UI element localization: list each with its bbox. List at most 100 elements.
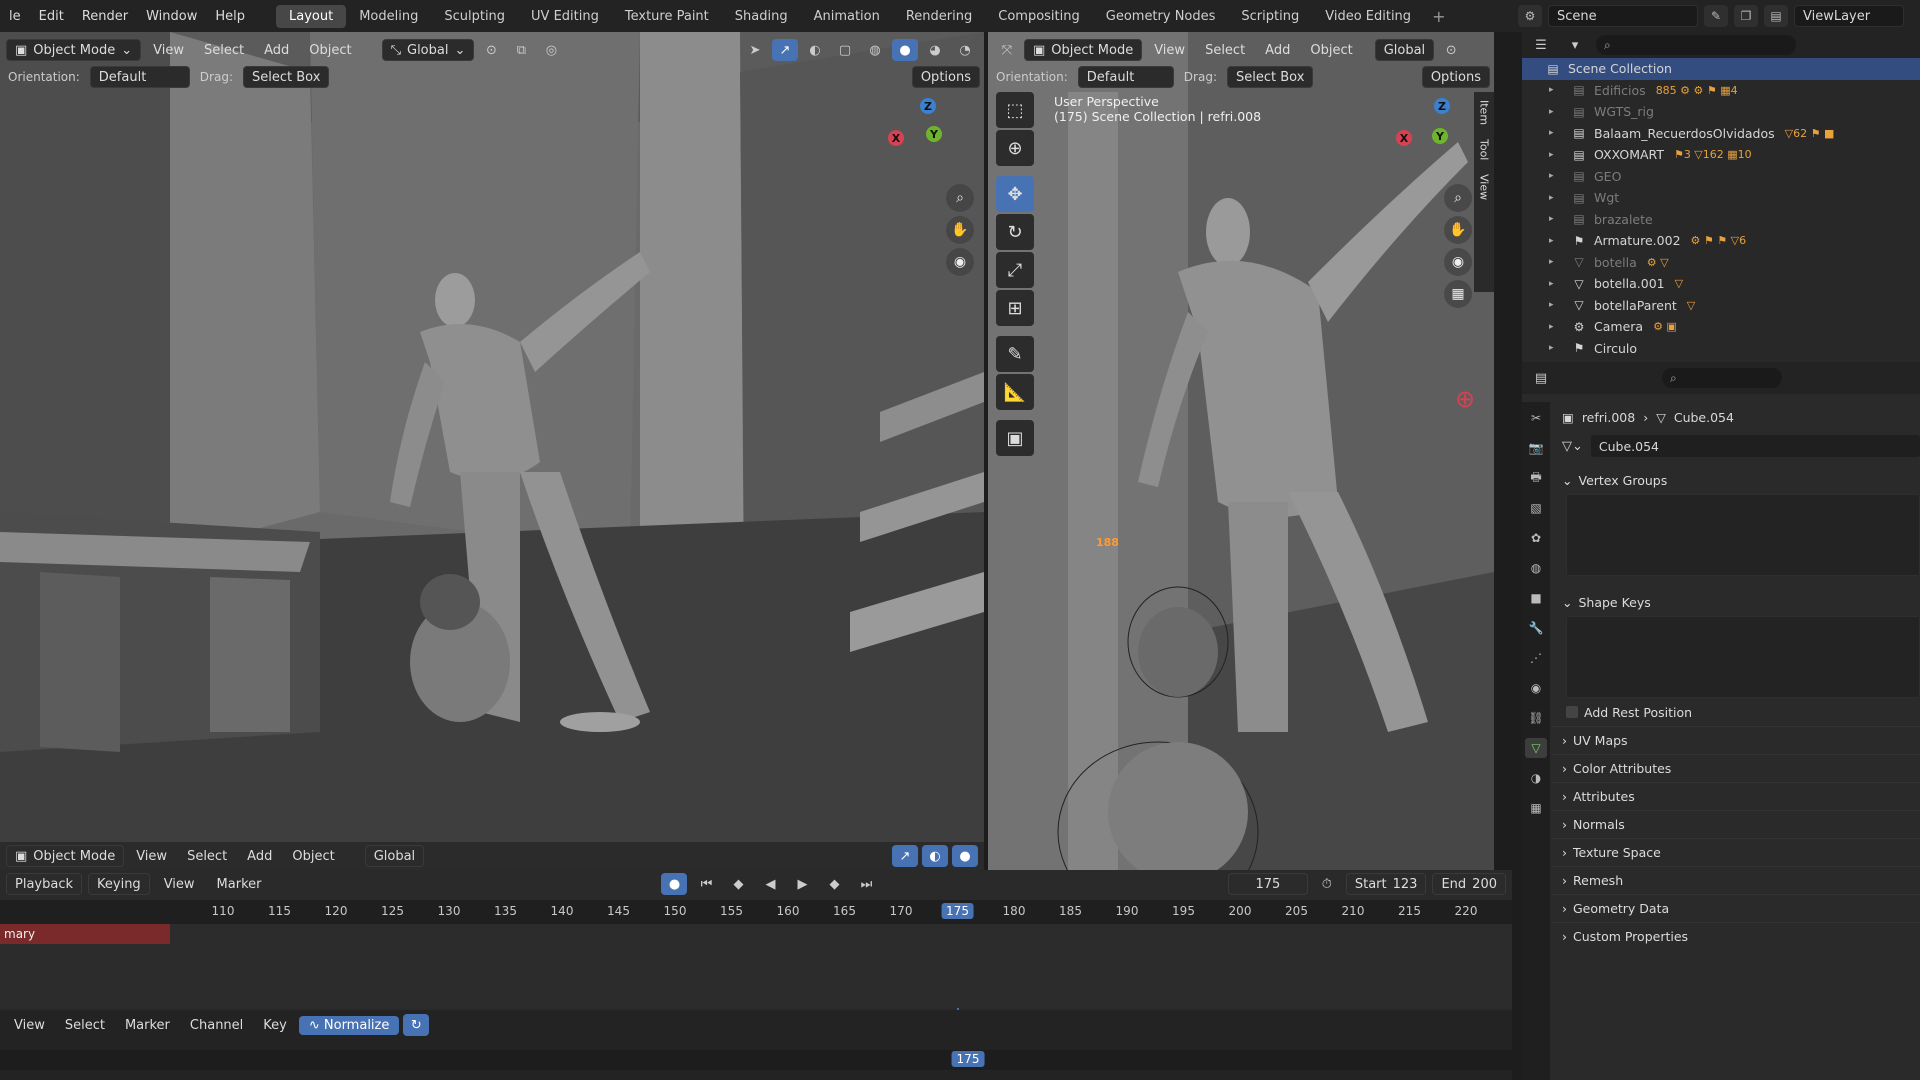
outliner-row[interactable]: ▸ ▤ OXXOMART ⚑3 ▽162 ▦10	[1522, 144, 1920, 166]
play-reverse-icon[interactable]: ◀	[757, 873, 783, 895]
expand-arrow-icon[interactable]: ▸	[1549, 300, 1554, 310]
move-icon[interactable]: ✥	[996, 176, 1034, 212]
graph-select-menu[interactable]: Select	[57, 1018, 113, 1033]
mode-dropdown-left[interactable]: ▣ Object Mode ⌄	[6, 39, 142, 61]
scene-tab-icon[interactable]: ✿	[1525, 528, 1547, 548]
options-dropdown-left[interactable]: Options	[911, 66, 980, 88]
camera-view-icon[interactable]: ◉	[946, 248, 974, 276]
orientation-dropdown-right[interactable]: Default	[1077, 66, 1174, 88]
menu-select-left[interactable]: Select	[196, 43, 252, 58]
outliner-row[interactable]: ▤ Scene Collection	[1522, 58, 1920, 80]
outliner-row[interactable]: ▸ ⚑ Circulo	[1522, 338, 1920, 360]
sidebar-tab-tool[interactable]: Tool	[1478, 139, 1491, 160]
outliner-editor-icon[interactable]: ☰	[1528, 34, 1554, 56]
summary-channel[interactable]: mary	[0, 924, 170, 944]
zoom-right-icon[interactable]: ⌕	[1444, 184, 1472, 212]
add-rest-position-checkbox[interactable]	[1566, 706, 1578, 718]
graph-marker-menu[interactable]: Marker	[117, 1018, 178, 1033]
rotate-icon[interactable]: ↻	[996, 214, 1034, 250]
options-dropdown-right[interactable]: Options	[1421, 66, 1490, 88]
overlay-icon[interactable]: ◐	[802, 39, 828, 61]
output-tab-icon[interactable]: 🖶	[1525, 468, 1547, 488]
tab-geometry-nodes[interactable]: Geometry Nodes	[1093, 5, 1229, 28]
pan-hand-icon[interactable]: ✋	[946, 216, 974, 244]
drag-dropdown-right[interactable]: Select Box	[1226, 66, 1314, 88]
menu-file[interactable]: le	[0, 9, 30, 24]
tab-layout[interactable]: Layout	[276, 4, 347, 28]
sidebar-tab-item[interactable]: Item	[1478, 100, 1491, 125]
frame-ruler[interactable]: 110 115 120 125 130 135 140 145 150 155 160 165 170 1…	[0, 900, 1512, 1018]
menu-object-left[interactable]: Object	[301, 43, 359, 58]
tab-shading[interactable]: Shading	[722, 5, 801, 28]
measure-icon[interactable]: 📐	[996, 374, 1034, 410]
collapsed-panel-header[interactable]: › Color Attributes	[1552, 754, 1920, 782]
overlay-bottom-icon[interactable]: ◐	[922, 845, 948, 867]
cursor-icon[interactable]: ⊕	[996, 130, 1034, 166]
menu-select-right[interactable]: Select	[1197, 43, 1253, 58]
world-tab-icon[interactable]: ◍	[1525, 558, 1547, 578]
tab-sculpting[interactable]: Sculpting	[431, 5, 518, 28]
graph-ruler[interactable]: 175	[0, 1050, 1512, 1070]
outliner-row[interactable]: ▸ ▽ botella.001 ▽	[1522, 273, 1920, 295]
mesh-data-tab-icon[interactable]: ▽	[1525, 738, 1547, 758]
particles-tab-icon[interactable]: ⋰	[1525, 648, 1547, 668]
tab-modeling[interactable]: Modeling	[346, 5, 431, 28]
outliner-row[interactable]: ▸ ▤ WGTS_rig	[1522, 101, 1920, 123]
menu-add-right[interactable]: Add	[1257, 43, 1298, 58]
transform-orientation-right[interactable]: Global	[1374, 39, 1435, 61]
mode-dropdown-right[interactable]: ▣ Object Mode	[1024, 39, 1143, 61]
collapsed-panel-header[interactable]: › Normals	[1552, 810, 1920, 838]
expand-arrow-icon[interactable]: ▸	[1549, 107, 1554, 117]
gizmo-x-axis-right[interactable]: X	[1396, 130, 1412, 146]
vertex-groups-panel-header[interactable]: ⌄ Vertex Groups	[1552, 466, 1920, 494]
keying-menu[interactable]: Keying	[88, 873, 150, 895]
shading-rendered-icon[interactable]: ◔	[952, 39, 978, 61]
menu-view-left[interactable]: View	[145, 43, 192, 58]
collapsed-panel-header[interactable]: › UV Maps	[1552, 726, 1920, 754]
record-icon[interactable]: ●	[661, 873, 688, 895]
mesh-name-field[interactable]: Cube.054	[1590, 435, 1920, 457]
expand-arrow-icon[interactable]: ▸	[1549, 85, 1554, 95]
expand-arrow-icon[interactable]: ▸	[1549, 214, 1554, 224]
outliner-row[interactable]: ▸ ▤ Edificios 885 ⚙ ⚙ ⚑ ▦4	[1522, 80, 1920, 102]
pin-icon[interactable]: ✎	[1704, 5, 1728, 27]
tab-rendering[interactable]: Rendering	[893, 5, 985, 28]
menu-edit[interactable]: Edit	[30, 9, 73, 24]
view-layer-tab-icon[interactable]: ▧	[1525, 498, 1547, 518]
normalize-button[interactable]: ∿ Normalize	[298, 1015, 400, 1035]
clock-icon[interactable]: ⏱	[1314, 873, 1340, 895]
outliner-row[interactable]: ▸ ▤ GEO	[1522, 166, 1920, 188]
scale-icon[interactable]: ⤢	[996, 252, 1034, 288]
pivot-right-icon[interactable]: ⊙	[1438, 39, 1464, 61]
collapsed-panel-header[interactable]: › Geometry Data	[1552, 894, 1920, 922]
transform-orientation-left[interactable]: ⤡ Global ⌄	[381, 39, 475, 61]
tab-scripting[interactable]: Scripting	[1228, 5, 1312, 28]
grid-view-icon[interactable]: ▦	[1444, 280, 1472, 308]
graph-view-menu[interactable]: View	[6, 1018, 53, 1033]
sidebar-tab-view[interactable]: View	[1478, 174, 1491, 200]
scene-icon[interactable]: ⚙	[1518, 5, 1542, 27]
shape-keys-list[interactable]	[1566, 616, 1920, 698]
drag-dropdown[interactable]: Select Box	[242, 66, 330, 88]
expand-arrow-icon[interactable]: ▸	[1549, 236, 1554, 246]
jump-start-icon[interactable]: ⏮	[693, 873, 719, 895]
render-tab-icon[interactable]: 📷	[1525, 438, 1547, 458]
tab-texture-paint[interactable]: Texture Paint	[612, 5, 722, 28]
outliner-row[interactable]: ▸ ▽ botellaParent ▽	[1522, 295, 1920, 317]
tab-compositing[interactable]: Compositing	[985, 5, 1093, 28]
orientation-dropdown[interactable]: Default	[89, 66, 190, 88]
next-keyframe-icon[interactable]: ◆	[821, 873, 847, 895]
gizmo-y-axis-right[interactable]: Y	[1432, 128, 1448, 144]
menu-view-right[interactable]: View	[1146, 43, 1193, 58]
physics-tab-icon[interactable]: ◉	[1525, 678, 1547, 698]
annotate-icon[interactable]: ✎	[996, 336, 1034, 372]
play-icon[interactable]: ▶	[789, 873, 815, 895]
menu-select-bottom[interactable]: Select	[179, 849, 235, 864]
gizmo-toggle-icon[interactable]: ↗	[772, 39, 798, 61]
view-layer-icon[interactable]: ▤	[1764, 5, 1788, 27]
expand-arrow-icon[interactable]: ▸	[1549, 193, 1554, 203]
menu-help[interactable]: Help	[206, 9, 254, 24]
refresh-icon[interactable]: ↻	[403, 1014, 430, 1036]
timeline-view-menu[interactable]: View	[156, 877, 203, 892]
proportional-icon[interactable]: ◎	[538, 39, 564, 61]
